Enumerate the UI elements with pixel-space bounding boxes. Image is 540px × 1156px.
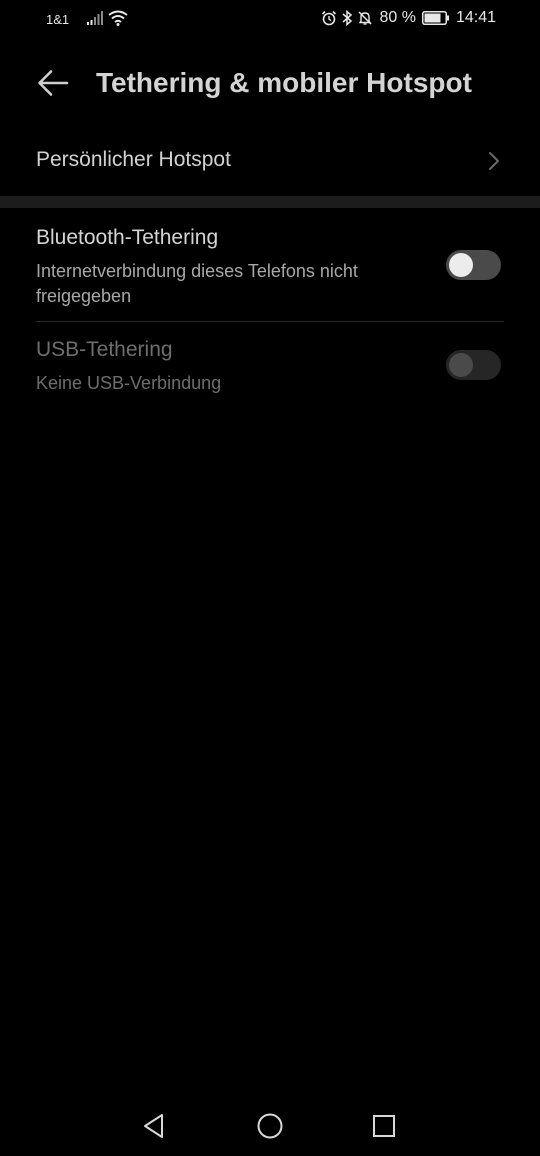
back-button[interactable] [36,68,70,98]
personal-hotspot-label: Persönlicher Hotspot [36,148,231,171]
row-divider [36,321,504,322]
usb-tethering-toggle [446,350,501,380]
nav-recent-icon [373,1115,395,1137]
bluetooth-tethering-item[interactable]: Bluetooth-Tethering Internetverbindung d… [0,210,540,322]
bluetooth-tethering-title: Bluetooth-Tethering [36,226,219,249]
bluetooth-tethering-toggle[interactable] [446,250,501,280]
battery-icon [421,11,450,25]
bluetooth-icon [341,10,353,26]
nav-home-icon [257,1113,283,1139]
toggle-knob [449,353,473,377]
personal-hotspot-item[interactable]: Persönlicher Hotspot [0,128,540,194]
nav-recent-button[interactable] [368,1110,400,1142]
section-divider [0,196,540,208]
chevron-right-icon [489,152,499,170]
usb-tethering-subtitle: Keine USB-Verbindung [36,373,222,393]
wifi-icon [108,10,128,29]
navigation-bar [0,1096,540,1156]
alarm-icon [321,10,337,26]
battery-percent: 80 % [379,9,416,26]
carrier-label: 1&1 [46,12,70,27]
mute-bell-icon [357,10,373,26]
status-bar: 1&1 80 % 14:41 [0,0,540,40]
nav-back-icon [144,1114,163,1138]
usb-tethering-title: USB-Tethering [36,338,173,361]
back-arrow-icon [38,70,69,96]
nav-home-button[interactable] [254,1110,286,1142]
toggle-knob [449,253,473,277]
clock: 14:41 [455,9,496,26]
bluetooth-tethering-subtitle: Internetverbindung dieses Telefons nicht… [36,261,358,306]
signal-icon [87,11,105,28]
nav-back-button[interactable] [138,1110,170,1142]
status-bar-right: 80 % 14:41 [317,9,496,27]
usb-tethering-item: USB-Tethering Keine USB-Verbindung [0,323,540,403]
page-title: Tethering & mobiler Hotspot [96,67,472,98]
status-bar-left: 1&1 [46,10,128,29]
app-bar: Tethering & mobiler Hotspot [0,56,540,112]
